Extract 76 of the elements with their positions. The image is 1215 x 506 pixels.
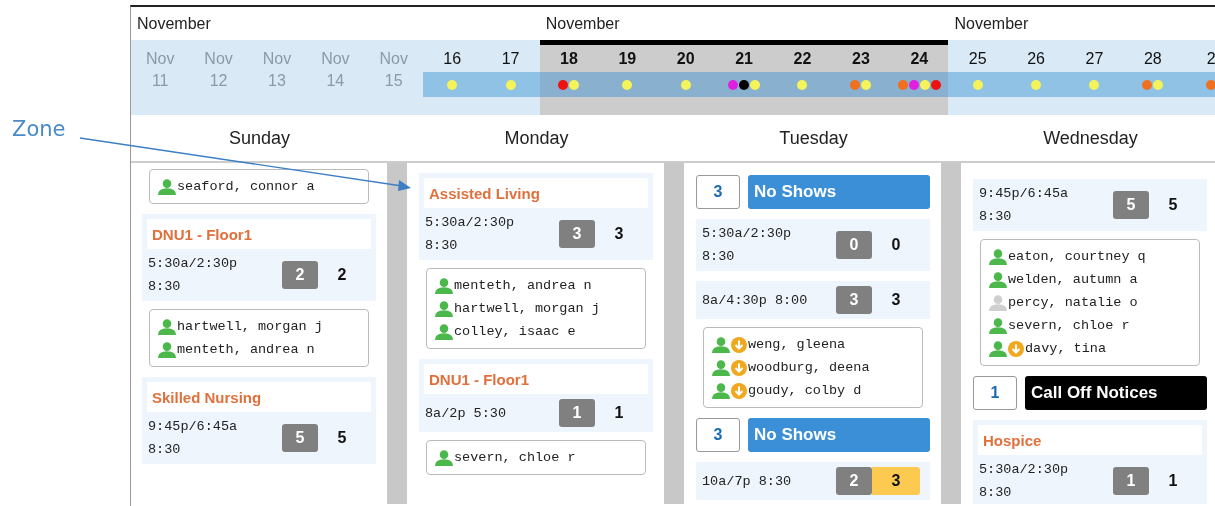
scroll-track[interactable] xyxy=(664,163,684,504)
shift-time: 5:30a/2:30p 8:30 xyxy=(148,255,239,296)
count-badge[interactable]: 0 xyxy=(836,231,872,259)
staff-name[interactable]: menteth, andrea n xyxy=(454,278,592,293)
unit-heading: DNU1 - Floor1 xyxy=(424,364,648,394)
shift-time: 10a/7p 8:30 xyxy=(702,472,793,491)
date-cell[interactable]: 18 xyxy=(539,40,599,115)
staff-name[interactable]: davy, tina xyxy=(1025,341,1106,356)
shift-time: 8a/4:30p 8:00 xyxy=(702,291,809,310)
count-badge[interactable]: 5 xyxy=(1113,191,1149,219)
total-count: 5 xyxy=(1167,195,1179,215)
shift-time: 5:30a/2:30p 8:30 xyxy=(425,214,516,255)
total-count: 1 xyxy=(1167,471,1179,491)
total-count: 5 xyxy=(336,428,348,448)
notice-count[interactable]: 3 xyxy=(696,175,740,209)
date-cell[interactable]: 19 xyxy=(598,40,657,115)
date-cell[interactable]: 16 xyxy=(422,40,482,115)
count-badge[interactable]: 2 xyxy=(282,261,318,289)
month-label: November xyxy=(136,14,212,33)
total-count: 1 xyxy=(613,403,625,423)
staff-name[interactable]: severn, chloe r xyxy=(454,450,576,465)
unit-heading: Assisted Living xyxy=(424,178,648,208)
shift-time: 5:30a/2:30p 8:30 xyxy=(702,225,793,266)
staff-name[interactable]: eaton, courtney q xyxy=(1008,249,1146,264)
total-count: 3 xyxy=(890,290,902,310)
staff-name[interactable]: goudy, colby d xyxy=(748,383,862,398)
count-badge[interactable]: 3 xyxy=(559,220,595,248)
date-cell[interactable]: 24 xyxy=(890,40,949,115)
staff-name[interactable]: hartwell, morgan j xyxy=(454,301,600,316)
scroll-track[interactable] xyxy=(941,163,961,504)
staff-name[interactable]: hartwell, morgan j xyxy=(177,319,323,334)
annotation-label: Zone xyxy=(12,117,66,141)
date-cell[interactable]: 2 xyxy=(1182,40,1215,115)
unit-heading: Hospice xyxy=(978,425,1202,455)
total-count: 3 xyxy=(613,224,625,244)
date-cell[interactable]: 22 xyxy=(773,40,832,115)
day-header: Sunday xyxy=(228,127,291,149)
date-cell[interactable]: 25 xyxy=(948,40,1007,115)
date-cell[interactable]: 26 xyxy=(1006,40,1066,115)
unit-heading: DNU1 - Floor1 xyxy=(147,219,371,249)
count-badge[interactable]: 5 xyxy=(282,424,318,452)
total-count: 2 xyxy=(336,265,348,285)
shift-time: 5:30a/2:30p 8:30 xyxy=(979,461,1070,502)
notice-count[interactable]: 3 xyxy=(696,418,740,452)
month-label: November xyxy=(544,14,621,33)
staff-name[interactable]: seaford, connor a xyxy=(177,179,315,194)
count-badge[interactable]: 1 xyxy=(1113,467,1149,495)
total-count: 3 xyxy=(872,467,920,495)
day-header: Monday xyxy=(504,127,569,149)
count-badge[interactable]: 1 xyxy=(559,399,595,427)
scroll-track[interactable] xyxy=(387,163,407,504)
notice-button[interactable]: Call Off Notices xyxy=(1025,376,1207,410)
date-cell[interactable]: 28 xyxy=(1123,40,1183,115)
date-cell[interactable]: 23 xyxy=(831,40,891,115)
staff-name[interactable]: welden, autumn a xyxy=(1008,272,1138,287)
date-cell[interactable]: 17 xyxy=(481,40,540,115)
staff-name[interactable]: weng, gleena xyxy=(748,337,846,352)
day-header: Tuesday xyxy=(779,127,848,149)
count-badge[interactable]: 3 xyxy=(836,286,872,314)
day-header: Wednesday xyxy=(1043,127,1138,149)
shift-time: 9:45p/6:45a 8:30 xyxy=(979,185,1070,226)
staff-name[interactable]: woodburg, deena xyxy=(748,360,870,375)
month-label: November xyxy=(953,14,1030,33)
total-count: 0 xyxy=(890,235,902,255)
date-cell[interactable]: 21 xyxy=(714,40,774,115)
date-cell[interactable]: 20 xyxy=(656,40,715,115)
notice-count[interactable]: 1 xyxy=(973,376,1017,410)
staff-name[interactable]: severn, chloe r xyxy=(1008,318,1130,333)
shift-time: 9:45p/6:45a 8:30 xyxy=(148,418,239,459)
staff-name[interactable]: colley, isaac e xyxy=(454,324,576,339)
unit-heading: Skilled Nursing xyxy=(147,382,371,412)
shift-time: 8a/2p 5:30 xyxy=(425,404,507,423)
staff-name[interactable]: menteth, andrea n xyxy=(177,342,315,357)
date-cell[interactable]: 27 xyxy=(1065,40,1124,115)
staff-name[interactable]: percy, natalie o xyxy=(1008,295,1138,310)
count-badge[interactable]: 2 xyxy=(836,467,872,495)
